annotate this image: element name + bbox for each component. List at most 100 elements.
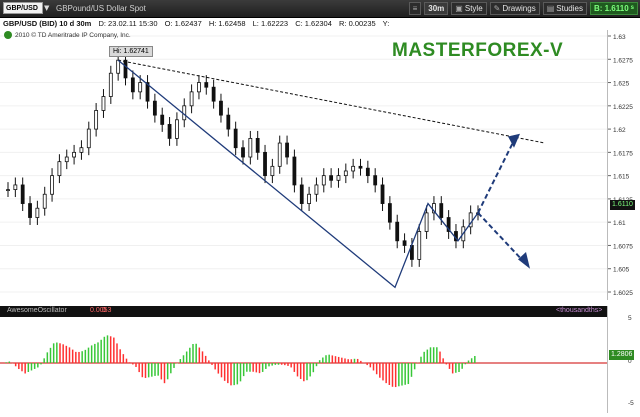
symbol-dropdown-icon[interactable]: ▼ — [44, 3, 53, 13]
candle-body — [6, 189, 10, 192]
candle-body — [94, 110, 99, 130]
y-tick-label: 1.6075 — [613, 243, 633, 250]
drawings-label: Drawings — [502, 4, 536, 13]
candle-body — [211, 86, 216, 102]
info-y: Y: — [382, 19, 390, 28]
y-tick-label: 1.63 — [613, 34, 626, 41]
candle-body — [373, 175, 378, 186]
bid-price-suffix: s — [630, 5, 634, 11]
candle-body — [241, 147, 245, 158]
symbol-input[interactable]: GBP/USD — [3, 2, 43, 14]
oscillator-value-1: 0.0053 — [90, 307, 112, 314]
candle-body — [351, 165, 356, 172]
bearish-arrowhead-icon — [518, 251, 530, 269]
y-tick-label: 1.6175 — [613, 150, 633, 157]
candle-body — [314, 184, 319, 195]
candle-body — [197, 82, 201, 93]
high-label: Hi: 1.62741 — [109, 46, 153, 57]
oscillator-panel[interactable] — [0, 317, 607, 413]
y-tick-label: 1.61 — [613, 220, 626, 227]
candle-body — [35, 207, 40, 218]
candle-body — [28, 203, 32, 218]
info-close: C: 1.62304 — [295, 19, 332, 28]
candle-body — [204, 82, 209, 88]
price-axis[interactable]: 1.63 1.6275 1.625 1.6225 1.62 1.6175 1.615 1.61… — [607, 30, 640, 300]
bearish-projection-arrow[interactable] — [477, 212, 527, 265]
candle-body — [395, 221, 400, 242]
candle-body — [72, 151, 76, 158]
oscillator-current-tag: 1.2806 — [609, 350, 635, 360]
period-button[interactable]: 30m — [424, 2, 449, 15]
price-chart[interactable] — [0, 30, 607, 300]
candle-body — [79, 147, 84, 153]
candle-body — [387, 203, 392, 223]
info-low: L: 1.62223 — [252, 19, 289, 28]
candle-body — [277, 142, 282, 167]
menu-button[interactable]: ≡ — [408, 2, 422, 15]
resistance-line[interactable] — [118, 59, 546, 144]
candle-body — [108, 72, 113, 97]
y-tick-label: 1.605 — [613, 267, 630, 274]
toolbar-controls: ≡ 30m ▣ Style ✎ Drawings ▤ Studies B: 1.611… — [408, 1, 638, 16]
info-pair: GBP/USD (BID) 10 d 30m — [3, 19, 92, 28]
style-label: Style — [464, 4, 483, 13]
candle-body — [160, 114, 165, 125]
candle-body — [299, 184, 304, 204]
bullish-arrowhead-icon — [508, 133, 520, 148]
candle-body — [219, 100, 223, 116]
candle-body — [64, 156, 69, 163]
y-tick-label: 1.625 — [613, 81, 630, 88]
candle-body — [343, 170, 348, 177]
oscillator-name[interactable]: AwesomeOscillator — [7, 307, 67, 314]
style-button[interactable]: ▣ Style — [451, 2, 487, 15]
candle-body — [329, 175, 334, 181]
chart-window: GBP/USD ▼ GBPound/US Dollar Spot ≡ 30m ▣… — [0, 0, 640, 413]
candle-body — [336, 175, 341, 181]
top-toolbar: GBP/USD ▼ GBPound/US Dollar Spot ≡ 30m ▣… — [0, 0, 640, 18]
candle-body — [20, 184, 25, 204]
studies-icon: ▤ — [546, 4, 555, 13]
candle-body — [116, 59, 121, 74]
candle-body — [255, 138, 260, 153]
bid-price-badge: B: 1.6110 s — [589, 2, 638, 15]
copyright-text: 2010 © TD Ameritrade IP Company, Inc. — [15, 31, 131, 39]
oscillator-unit: <thousandths> — [556, 307, 603, 314]
candle-body — [307, 193, 311, 204]
candle-body — [263, 151, 267, 177]
candle-body — [439, 203, 444, 218]
info-range: R: 0.00235 — [338, 19, 376, 28]
candle-body — [417, 231, 422, 260]
candle-body — [402, 240, 407, 246]
candle-body — [138, 82, 143, 93]
last-price-tag: 1.6110 — [610, 200, 635, 210]
candle-body — [292, 156, 297, 186]
candle-body — [130, 77, 135, 93]
candle-body — [175, 119, 179, 139]
drawings-icon: ✎ — [493, 4, 501, 13]
y-tick-label: 1.6275 — [613, 57, 633, 64]
candle-body — [42, 193, 47, 209]
info-date: D: 23.02.11 15:30 — [98, 19, 158, 28]
oscillator-value-2: 0 — [102, 307, 106, 314]
candle-body — [123, 59, 128, 79]
info-open: O: 1.62437 — [164, 19, 202, 28]
studies-button[interactable]: ▤ Studies — [542, 2, 587, 15]
y-tick-label: 1.6025 — [613, 290, 633, 297]
symbol-description: GBPound/US Dollar Spot — [56, 4, 146, 13]
candle-body — [270, 165, 275, 177]
menu-icon: ≡ — [412, 4, 418, 13]
wave-trendline[interactable] — [117, 59, 479, 289]
candle-body — [226, 114, 231, 130]
oscillator-tick-label: -5 — [628, 400, 634, 407]
candle-body — [365, 167, 370, 177]
style-icon: ▣ — [455, 4, 463, 13]
candle-body — [380, 184, 385, 204]
info-high: H: 1.62458 — [208, 19, 246, 28]
candle-body — [248, 138, 253, 158]
candle-body — [285, 142, 289, 158]
drawings-button[interactable]: ✎ Drawings — [489, 2, 540, 15]
candle-body — [189, 91, 194, 107]
candle-body — [152, 100, 157, 116]
candle-body — [86, 128, 91, 149]
tdameritrade-logo — [4, 31, 12, 39]
